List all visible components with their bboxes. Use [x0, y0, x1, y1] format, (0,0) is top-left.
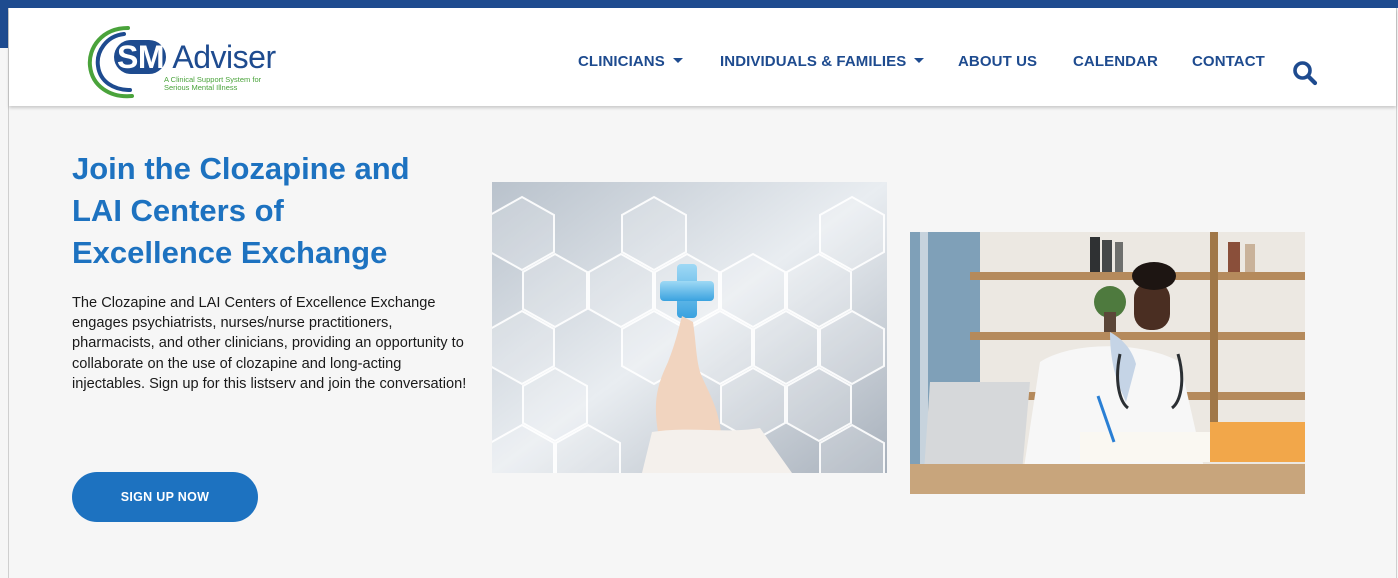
- sign-up-button[interactable]: SIGN UP NOW: [72, 472, 258, 522]
- top-accent-bar: [0, 0, 1398, 8]
- chevron-down-icon: [672, 58, 683, 63]
- nav-clinicians[interactable]: CLINICIANS: [578, 53, 683, 70]
- page-title-line3: Excellence Exchange: [72, 235, 388, 270]
- logo-tagline-line2: Serious Mental Illness: [164, 83, 238, 92]
- hexagon-medical-cross-photo: [489, 182, 887, 500]
- logo-wordmark: SMIAdviser: [117, 40, 276, 74]
- nav-about-us[interactable]: ABOUT US: [958, 53, 1037, 70]
- nav-individuals-families-label: INDIVIDUALS & FAMILIES: [720, 53, 907, 70]
- left-accent-bar: [0, 8, 8, 48]
- chevron-down-icon: [914, 58, 925, 63]
- hero-description: The Clozapine and LAI Centers of Excelle…: [72, 295, 467, 392]
- page-title-line2: LAI Centers of: [72, 193, 284, 228]
- nav-contact[interactable]: CONTACT: [1192, 53, 1265, 70]
- logo-smi-text: SMI: [117, 39, 173, 75]
- search-icon[interactable]: [1292, 60, 1318, 86]
- site-header: SMIAdviser A Clinical Support System for…: [9, 8, 1396, 106]
- smi-adviser-logo[interactable]: SMIAdviser A Clinical Support System for…: [84, 20, 284, 100]
- nav-calendar[interactable]: CALENDAR: [1073, 53, 1158, 70]
- frame-border-right: [1396, 8, 1397, 578]
- nav-clinicians-label: CLINICIANS: [578, 53, 665, 70]
- nav-individuals-families[interactable]: INDIVIDUALS & FAMILIES: [720, 53, 925, 70]
- doctor-at-laptop-photo: [910, 232, 1305, 494]
- logo-tagline: A Clinical Support System for Serious Me…: [164, 76, 261, 92]
- page-title: Join the Clozapine and LAI Centers of Ex…: [72, 148, 472, 274]
- logo-adviser-text: Adviser: [172, 39, 276, 75]
- page-title-line1: Join the Clozapine and: [72, 151, 410, 186]
